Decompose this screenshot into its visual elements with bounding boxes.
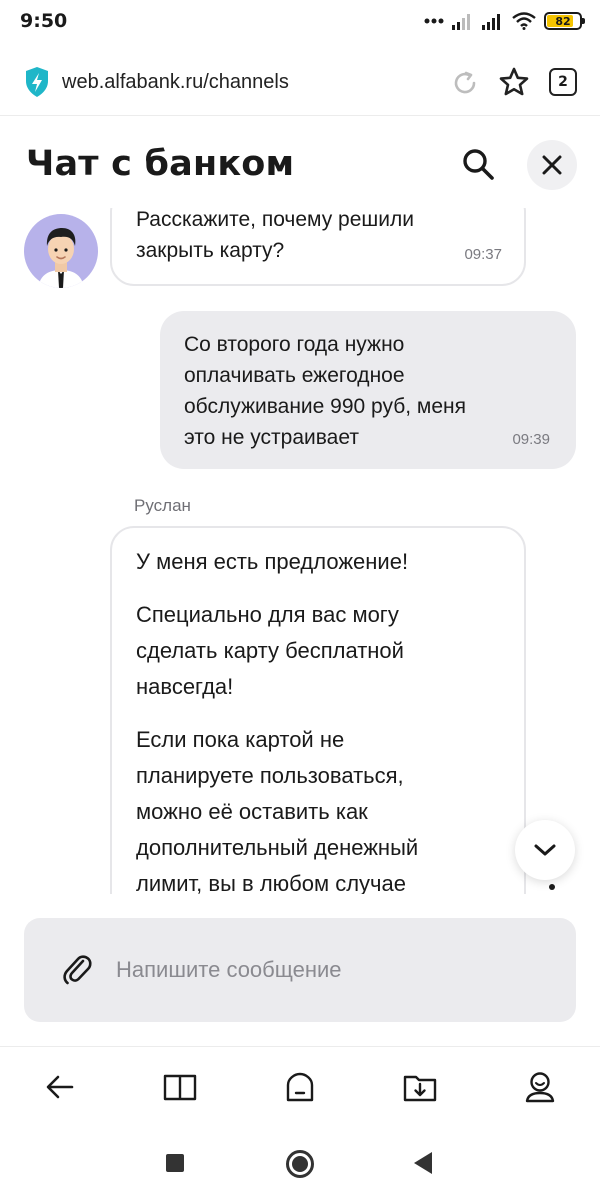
system-back-button[interactable] — [414, 1152, 432, 1174]
signal-icon — [482, 14, 500, 30]
scroll-down-button[interactable] — [515, 820, 575, 880]
message-bubble-outgoing[interactable]: Со второго года нужно оплачивать ежегодн… — [160, 311, 576, 469]
more-dots-icon — [424, 18, 444, 24]
browser-url-bar: web.alfabank.ru/channels 2 — [0, 52, 600, 116]
message-paragraph: У меня есть предложение! — [136, 544, 506, 580]
nav-home-button[interactable] — [280, 1067, 320, 1107]
sender-name: Руслан — [134, 496, 191, 515]
message-line: лимит, вы в любом случае — [136, 871, 406, 894]
message-paragraph: Специально для вас могу сделать карту бе… — [136, 597, 506, 705]
chevron-down-icon — [534, 844, 556, 856]
status-bar: 9:50 82 — [0, 0, 600, 44]
message-line: оплачивать ежегодное — [184, 364, 405, 387]
message-line: дополнительный денежный — [136, 835, 419, 860]
chat-header: Чат с банком — [0, 122, 600, 208]
search-icon[interactable] — [460, 146, 498, 184]
message-line: обслуживание 990 руб, меня — [184, 395, 467, 418]
message-time: 09:37 — [464, 246, 502, 263]
browser-bottom-nav — [0, 1046, 600, 1128]
home-icon — [286, 1072, 314, 1102]
message-line: можно её оставить как — [136, 799, 368, 824]
message-composer — [24, 918, 576, 1022]
nav-bookmarks-button[interactable] — [160, 1067, 200, 1107]
scroll-indicator-dot — [549, 884, 555, 890]
battery-level: 82 — [555, 14, 571, 28]
reload-icon[interactable] — [450, 68, 480, 98]
message-line: закрыть карту? — [136, 239, 285, 262]
downloads-icon — [403, 1075, 437, 1102]
recents-button[interactable] — [166, 1154, 184, 1172]
wifi-icon — [512, 12, 536, 30]
message-line: У меня есть предложение! — [136, 549, 409, 574]
nav-downloads-button[interactable] — [400, 1067, 440, 1107]
shield-bolt-icon[interactable] — [24, 66, 50, 98]
signal-icon — [452, 14, 470, 30]
message-line: это не устраивает — [184, 426, 359, 449]
close-button[interactable] — [527, 140, 577, 190]
message-input[interactable] — [116, 948, 546, 992]
system-home-button[interactable] — [286, 1150, 314, 1178]
paperclip-icon[interactable] — [62, 952, 92, 986]
message-line: Если пока картой не — [136, 727, 345, 752]
star-icon[interactable] — [498, 66, 530, 98]
back-arrow-icon — [46, 1075, 74, 1099]
tabs-count-button[interactable]: 2 — [549, 68, 577, 96]
system-navigation-bar — [0, 1130, 600, 1200]
message-line: Расскажите, почему решили — [136, 208, 414, 231]
nav-back-button[interactable] — [40, 1067, 80, 1107]
message-line: Со второго года нужно — [184, 333, 405, 356]
status-icons: 82 — [424, 10, 585, 32]
page-title: Чат с банком — [26, 144, 295, 184]
message-bubble-incoming[interactable]: У меня есть предложение! Специально для … — [110, 526, 526, 894]
battery-icon: 82 — [544, 12, 585, 30]
url-address[interactable]: web.alfabank.ru/channels — [62, 71, 289, 94]
nav-profile-button[interactable] — [520, 1067, 560, 1107]
status-time: 9:50 — [20, 10, 68, 32]
message-paragraph: Если пока картой не планируете пользоват… — [136, 722, 506, 894]
operator-avatar-icon — [38, 228, 84, 288]
messages-list[interactable]: Расскажите, почему решили закрыть карту?… — [0, 208, 600, 894]
book-icon — [163, 1074, 197, 1101]
message-time: 09:39 — [512, 431, 550, 448]
profile-icon — [525, 1072, 555, 1103]
operator-avatar — [24, 214, 98, 288]
message-line: навсегда! — [136, 674, 234, 699]
message-bubble-incoming[interactable]: Расскажите, почему решили закрыть карту?… — [110, 208, 526, 286]
message-line: Специально для вас могу — [136, 602, 399, 627]
message-line: планируете пользоваться, — [136, 763, 404, 788]
message-line: сделать карту бесплатной — [136, 638, 404, 663]
close-icon — [542, 155, 562, 175]
